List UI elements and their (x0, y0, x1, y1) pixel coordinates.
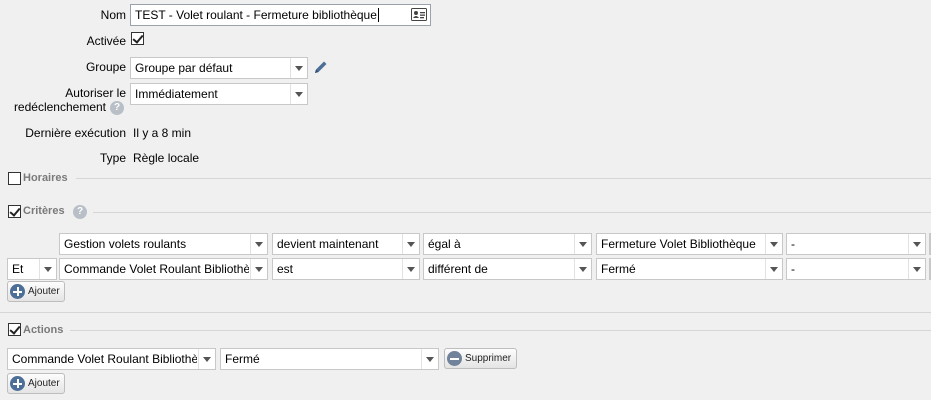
actions-section-title: Actions (23, 324, 64, 336)
chevron-down-icon (250, 234, 267, 254)
chevron-down-icon (574, 259, 591, 279)
group-label: Groupe (85, 60, 126, 74)
schedules-checkbox[interactable] (8, 172, 21, 185)
criteria-divider (93, 212, 931, 213)
criteria-row1-device-value: Gestion volets roulants (64, 237, 187, 251)
chevron-down-icon (421, 349, 438, 369)
criteria-section-title: Critères (23, 205, 65, 217)
criteria-row2-extra[interactable]: - (786, 258, 926, 280)
delete-action-label: Supprimer (465, 353, 512, 364)
criteria-row2-operator[interactable]: différent de (423, 258, 592, 280)
criteria-row1-operator[interactable]: égal à (423, 233, 592, 255)
criteria-row2-value-value: Fermé (601, 262, 636, 276)
criteria-checkbox[interactable] (8, 205, 21, 218)
retrigger-select[interactable]: Immédiatement (130, 83, 308, 105)
active-label: Activée (86, 34, 126, 48)
help-icon[interactable]: ? (73, 205, 87, 219)
minus-icon (447, 351, 462, 366)
criteria-bottom-divider (0, 312, 931, 313)
actions-checkbox[interactable] (8, 323, 21, 336)
chevron-down-icon (402, 234, 419, 254)
actions-divider (70, 330, 931, 331)
criteria-row2-operator-value: différent de (428, 262, 488, 276)
criteria-add-label: Ajouter (28, 286, 60, 297)
retrigger-label-line2: redéclenchement (13, 100, 106, 114)
delete-action-button[interactable]: Supprimer (444, 348, 517, 369)
criteria-row2-extra-value: - (791, 262, 795, 276)
plus-icon (10, 376, 25, 391)
plus-icon (10, 284, 25, 299)
action-value-value: Fermé (225, 352, 260, 366)
chevron-down-icon (908, 259, 925, 279)
action-value-select[interactable]: Fermé (220, 348, 439, 370)
group-select[interactable]: Groupe par défaut (130, 57, 308, 79)
criteria-row1-operator-value: égal à (428, 237, 461, 251)
chevron-down-icon (908, 234, 925, 254)
chevron-down-icon (250, 259, 267, 279)
criteria-row1-event-value: devient maintenant (277, 237, 379, 251)
criteria-row2-value[interactable]: Fermé (596, 258, 783, 280)
criteria-row2-event[interactable]: est (272, 258, 420, 280)
schedules-section-title: Horaires (23, 172, 68, 184)
chevron-down-icon (574, 234, 591, 254)
chevron-down-icon (402, 259, 419, 279)
name-field-value: TEST - Volet roulant - Fermeture bibliot… (135, 8, 377, 22)
retrigger-label-line1: Autoriser le (65, 86, 126, 100)
contact-card-icon[interactable] (411, 8, 427, 21)
chevron-down-icon (39, 259, 56, 279)
pencil-icon[interactable] (313, 59, 329, 75)
criteria-row2-connector[interactable]: Et (7, 258, 57, 280)
schedules-divider (76, 178, 931, 179)
criteria-row2-event-value: est (277, 262, 294, 276)
type-value: Règle locale (133, 151, 200, 165)
criteria-row1-extra-value: - (791, 237, 795, 251)
criteria-row1-value-value: Fermeture Volet Bibliothèque (601, 237, 756, 251)
group-select-value: Groupe par défaut (135, 61, 233, 75)
actions-add-button[interactable]: Ajouter (7, 373, 65, 394)
criteria-row2-connector-value: Et (12, 262, 24, 276)
name-field[interactable]: TEST - Volet roulant - Fermeture bibliot… (130, 4, 431, 26)
criteria-row2-device[interactable]: Commande Volet Roulant Bibliothèque (59, 258, 268, 280)
retrigger-select-value: Immédiatement (135, 87, 218, 101)
criteria-row1-value[interactable]: Fermeture Volet Bibliothèque (596, 233, 783, 255)
last-run-value: Il y a 8 min (133, 126, 192, 140)
name-label: Nom (100, 8, 126, 22)
last-run-label: Dernière exécution (25, 126, 126, 140)
criteria-row1-extra[interactable]: - (786, 233, 926, 255)
chevron-down-icon (290, 58, 307, 78)
chevron-down-icon (765, 259, 782, 279)
chevron-down-icon (765, 234, 782, 254)
criteria-row1-event[interactable]: devient maintenant (272, 233, 420, 255)
criteria-row1-device[interactable]: Gestion volets roulants (59, 233, 268, 255)
criteria-row2-device-value: Commande Volet Roulant Bibliothèque (64, 262, 249, 276)
type-label: Type (99, 151, 126, 165)
action-device-select[interactable]: Commande Volet Roulant Bibliothèque (7, 348, 216, 370)
criteria-add-button[interactable]: Ajouter (7, 281, 65, 302)
actions-add-label: Ajouter (28, 378, 60, 389)
help-icon[interactable]: ? (110, 101, 124, 115)
chevron-down-icon (290, 84, 307, 104)
action-device-value: Commande Volet Roulant Bibliothèque (12, 352, 197, 366)
active-checkbox[interactable] (131, 32, 144, 45)
chevron-down-icon (198, 349, 215, 369)
